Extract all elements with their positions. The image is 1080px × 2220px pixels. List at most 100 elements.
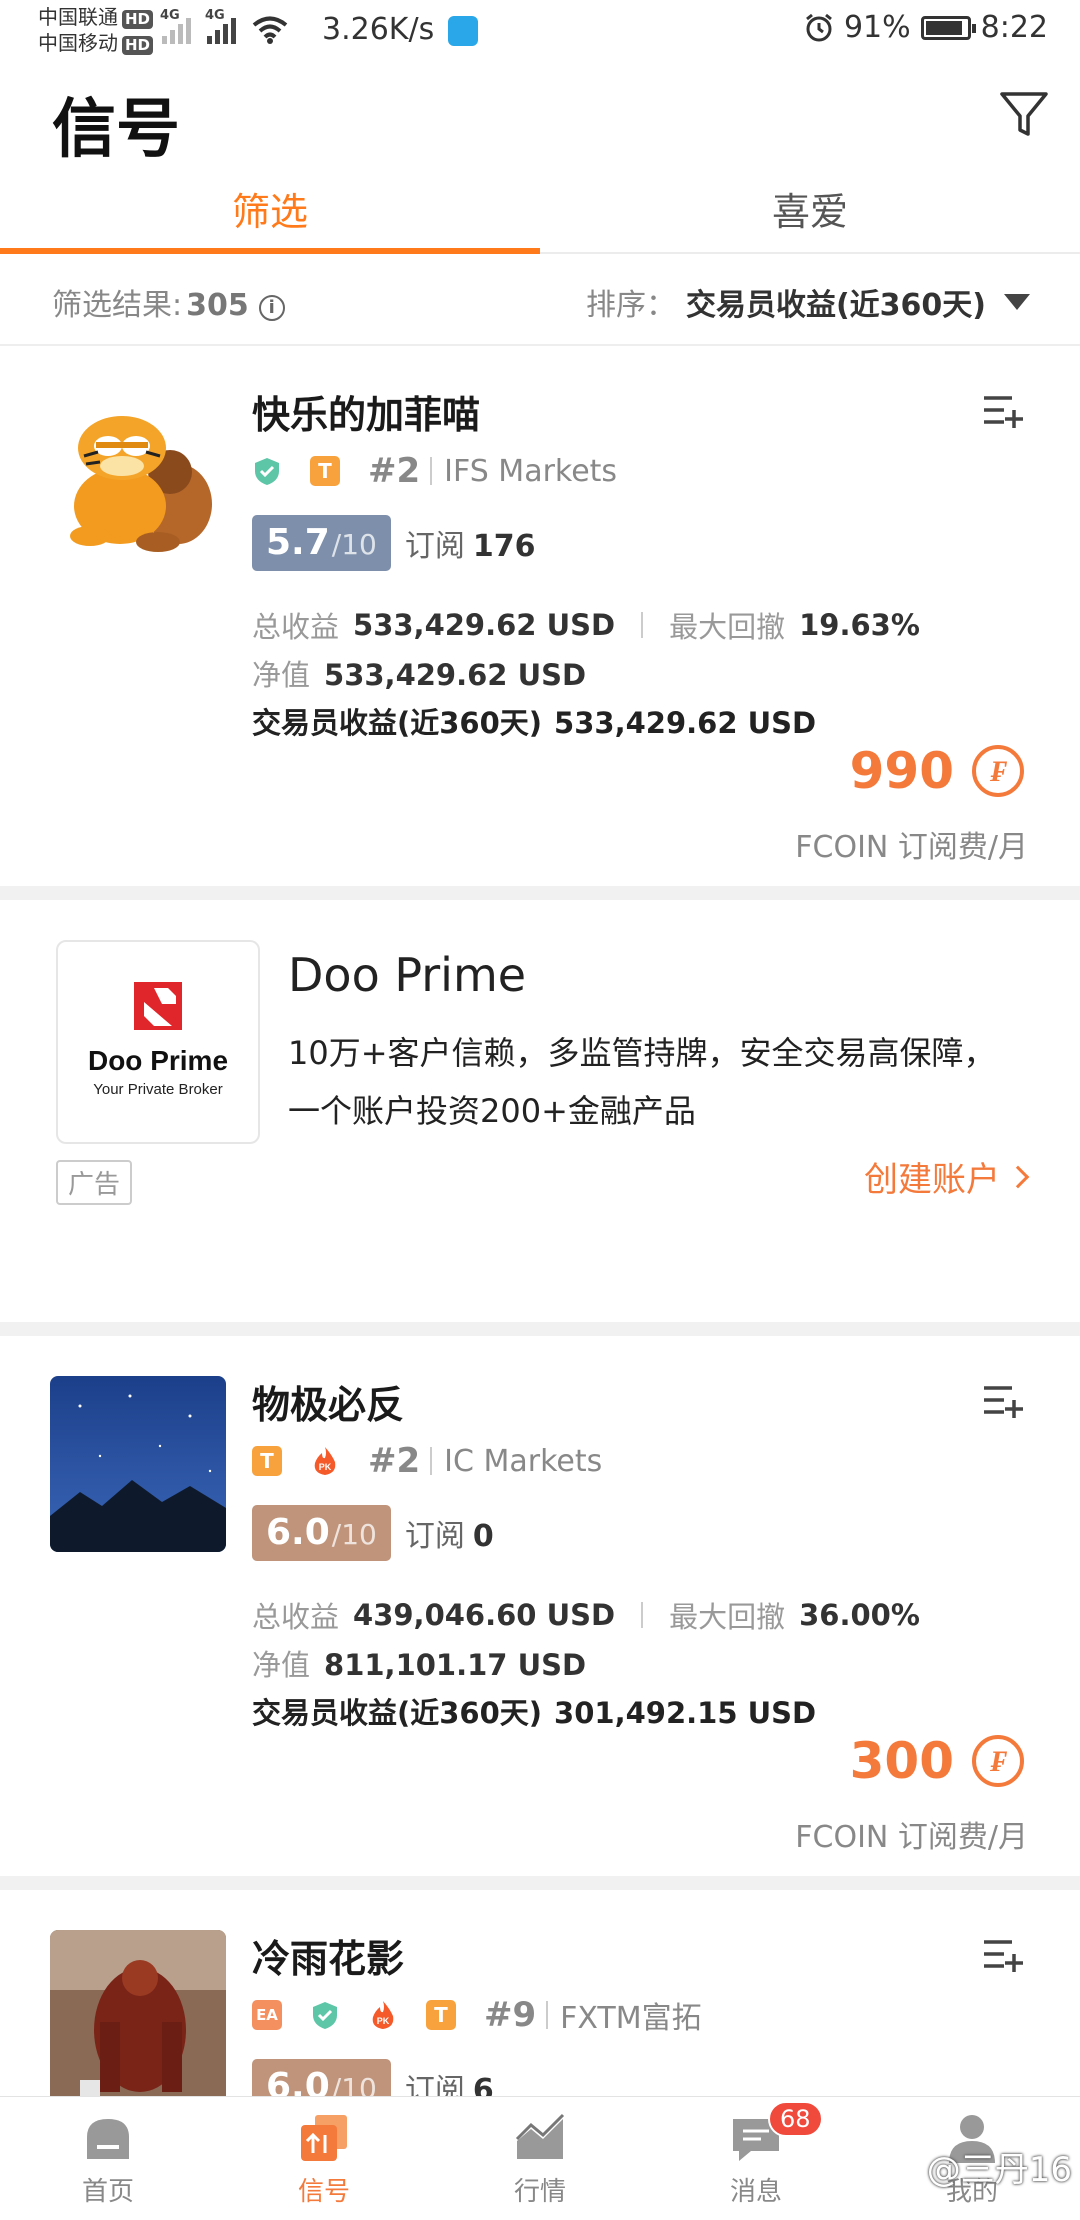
unread-badge: 68 bbox=[768, 2101, 823, 2137]
score-badge: 6.0/10 bbox=[252, 2059, 391, 2096]
signal-strength: 4G 4G bbox=[160, 8, 288, 44]
verified-shield-icon bbox=[313, 2002, 337, 2029]
add-to-list-icon[interactable] bbox=[982, 1380, 1024, 1420]
wifi-icon bbox=[252, 16, 288, 44]
nav-label: 行情 bbox=[513, 2177, 566, 2207]
badge-t: T bbox=[310, 456, 340, 486]
section-divider bbox=[0, 886, 1080, 900]
section-divider bbox=[0, 1876, 1080, 1890]
result-number: 305 bbox=[186, 288, 249, 323]
rank: #2 bbox=[368, 451, 421, 491]
profit-drawdown-row: 总收益 439,046.60 USD 最大回撤 36.00% bbox=[252, 1598, 920, 1634]
avatar bbox=[50, 1376, 226, 1552]
profit-drawdown-row: 总收益 533,429.62 USD 最大回撤 19.63% bbox=[252, 608, 920, 644]
logo-text: Doo Prime bbox=[88, 1045, 228, 1076]
equity: 811,101.17 USD bbox=[324, 1648, 587, 1682]
avatar bbox=[50, 1930, 226, 2096]
filter-icon[interactable] bbox=[996, 86, 1052, 142]
ad-card[interactable]: Doo Prime Your Private Broker Doo Prime … bbox=[0, 900, 1080, 1322]
pk-flame-icon: PK bbox=[314, 1447, 336, 1475]
hd-badge: HD bbox=[122, 36, 154, 55]
sort-dropdown[interactable]: 排序： 交易员收益(近360天) bbox=[586, 280, 1030, 324]
signal-card[interactable]: 物极必反 T PK #2 IC Markets 6.0/10 订阅 0 总收益 43… bbox=[0, 1336, 1080, 1876]
broker-name: IFS Markets bbox=[444, 453, 618, 489]
signal-card[interactable]: 快乐的加菲喵 T #2 IFS Markets 5.7/10 订阅 176 总收益… bbox=[0, 346, 1080, 886]
equity: 533,429.62 USD bbox=[324, 658, 587, 692]
divider bbox=[546, 2001, 549, 2029]
avatar bbox=[50, 386, 226, 562]
signal-bars-icon: 4G bbox=[205, 8, 236, 44]
logo-subtext: Your Private Broker bbox=[93, 1081, 223, 1098]
badge-t: T bbox=[252, 1446, 282, 1476]
signal-card[interactable]: 冷雨花影 EA PK T #9 FXTM富拓 6.0/10 订阅 6 bbox=[0, 1890, 1080, 2096]
ad-title: Doo Prime bbox=[288, 948, 527, 1002]
total-profit: 533,429.62 USD bbox=[353, 608, 616, 642]
score-badge: 5.7/10 bbox=[252, 515, 391, 571]
rank: #2 bbox=[368, 1441, 421, 1481]
sort-label: 排序： bbox=[585, 288, 676, 323]
trader-profit: 533,429.62 USD bbox=[554, 706, 817, 740]
price-unit: FCOIN 订阅费/月 bbox=[795, 1820, 1028, 1855]
subscription-price: 990 ₣ bbox=[850, 742, 1024, 800]
info-icon[interactable]: i bbox=[258, 295, 285, 321]
score-denominator: /10 bbox=[331, 1518, 377, 1551]
broker-name: IC Markets bbox=[444, 1443, 603, 1479]
verified-shield-icon bbox=[255, 458, 279, 485]
sort-value: 交易员收益(近360天) bbox=[685, 288, 986, 323]
badge-ea: EA bbox=[252, 2000, 282, 2030]
add-to-list-icon[interactable] bbox=[982, 1934, 1024, 1974]
battery-percent: 91% bbox=[843, 10, 911, 45]
notification-app-icon bbox=[448, 16, 478, 46]
broker-name: FXTM富拓 bbox=[560, 2001, 702, 2036]
pk-flame-icon: PK bbox=[372, 2001, 394, 2029]
price-value: 990 bbox=[849, 742, 954, 800]
divider bbox=[430, 457, 433, 485]
nav-market[interactable]: 行情 bbox=[432, 2097, 648, 2220]
nav-signal[interactable]: 信号 bbox=[216, 2097, 432, 2220]
badge-row: T PK #2 IC Markets bbox=[252, 1440, 602, 1482]
tab-bar: 筛选 喜爱 bbox=[0, 170, 1080, 254]
nav-label: 首页 bbox=[81, 2177, 134, 2207]
carrier-1: 中国联通 bbox=[38, 5, 118, 29]
score-value: 5.7 bbox=[266, 522, 330, 563]
score-value: 6.0 bbox=[266, 1512, 330, 1553]
subscription-price: 300 ₣ bbox=[850, 1732, 1024, 1790]
trader-name[interactable]: 快乐的加菲喵 bbox=[252, 384, 480, 439]
create-account-link[interactable]: 创建账户 bbox=[864, 1152, 1030, 1201]
subscriptions: 订阅 0 bbox=[404, 1519, 494, 1554]
hd-badge: HD bbox=[122, 10, 154, 29]
tab-filter[interactable]: 筛选 bbox=[0, 170, 540, 254]
score-row: 6.0/10 订阅 6 bbox=[252, 2058, 494, 2096]
svg-text:PK: PK bbox=[377, 2016, 390, 2026]
clock: 8:22 bbox=[980, 10, 1048, 45]
max-drawdown: 36.00% bbox=[799, 1598, 920, 1632]
tab-favorites[interactable]: 喜爱 bbox=[540, 170, 1080, 252]
ad-description: 10万+客户信赖，多监管持牌，安全交易高保障，一个账户投资200+金融产品 bbox=[288, 1034, 996, 1130]
alarm-icon bbox=[806, 13, 832, 41]
chart-icon bbox=[515, 2113, 565, 2159]
trader-name[interactable]: 冷雨花影 bbox=[252, 1928, 404, 1983]
score-row: 5.7/10 订阅 176 bbox=[252, 514, 535, 572]
watermark: @三丹16 bbox=[926, 2150, 1072, 2190]
result-count: 筛选结果: 305 i bbox=[52, 280, 285, 324]
carrier-2: 中国移动 bbox=[38, 31, 118, 55]
bottom-navigation: 首页 信号 行情 68 消息 我的 bbox=[0, 2096, 1080, 2220]
max-drawdown: 19.63% bbox=[799, 608, 920, 642]
equity-row: 净值 533,429.62 USD bbox=[252, 658, 587, 692]
total-profit: 439,046.60 USD bbox=[353, 1598, 616, 1632]
score-badge: 6.0/10 bbox=[252, 1505, 391, 1561]
score-value: 6.0 bbox=[266, 2066, 330, 2096]
trader-profit-row: 交易员收益(近360天) 301,492.15 USD bbox=[252, 1696, 817, 1730]
carrier-info: 中国联通 HD 中国移动 HD bbox=[38, 4, 154, 56]
price-unit: FCOIN 订阅费/月 bbox=[795, 830, 1028, 865]
status-bar: 中国联通 HD 中国移动 HD 4G 4G 3.26K/s 91% 8:22 bbox=[0, 0, 1080, 66]
trader-name[interactable]: 物极必反 bbox=[252, 1374, 404, 1429]
nav-home[interactable]: 首页 bbox=[0, 2097, 216, 2220]
ad-label: 广告 bbox=[56, 1160, 133, 1205]
score-denominator: /10 bbox=[331, 528, 377, 561]
trader-profit-row: 交易员收益(近360天) 533,429.62 USD bbox=[252, 706, 817, 740]
nav-messages[interactable]: 68 消息 bbox=[648, 2097, 864, 2220]
price-value: 300 bbox=[849, 1732, 954, 1790]
add-to-list-icon[interactable] bbox=[982, 390, 1024, 430]
badge-row: EA PK T #9 FXTM富拓 bbox=[252, 1994, 702, 2036]
